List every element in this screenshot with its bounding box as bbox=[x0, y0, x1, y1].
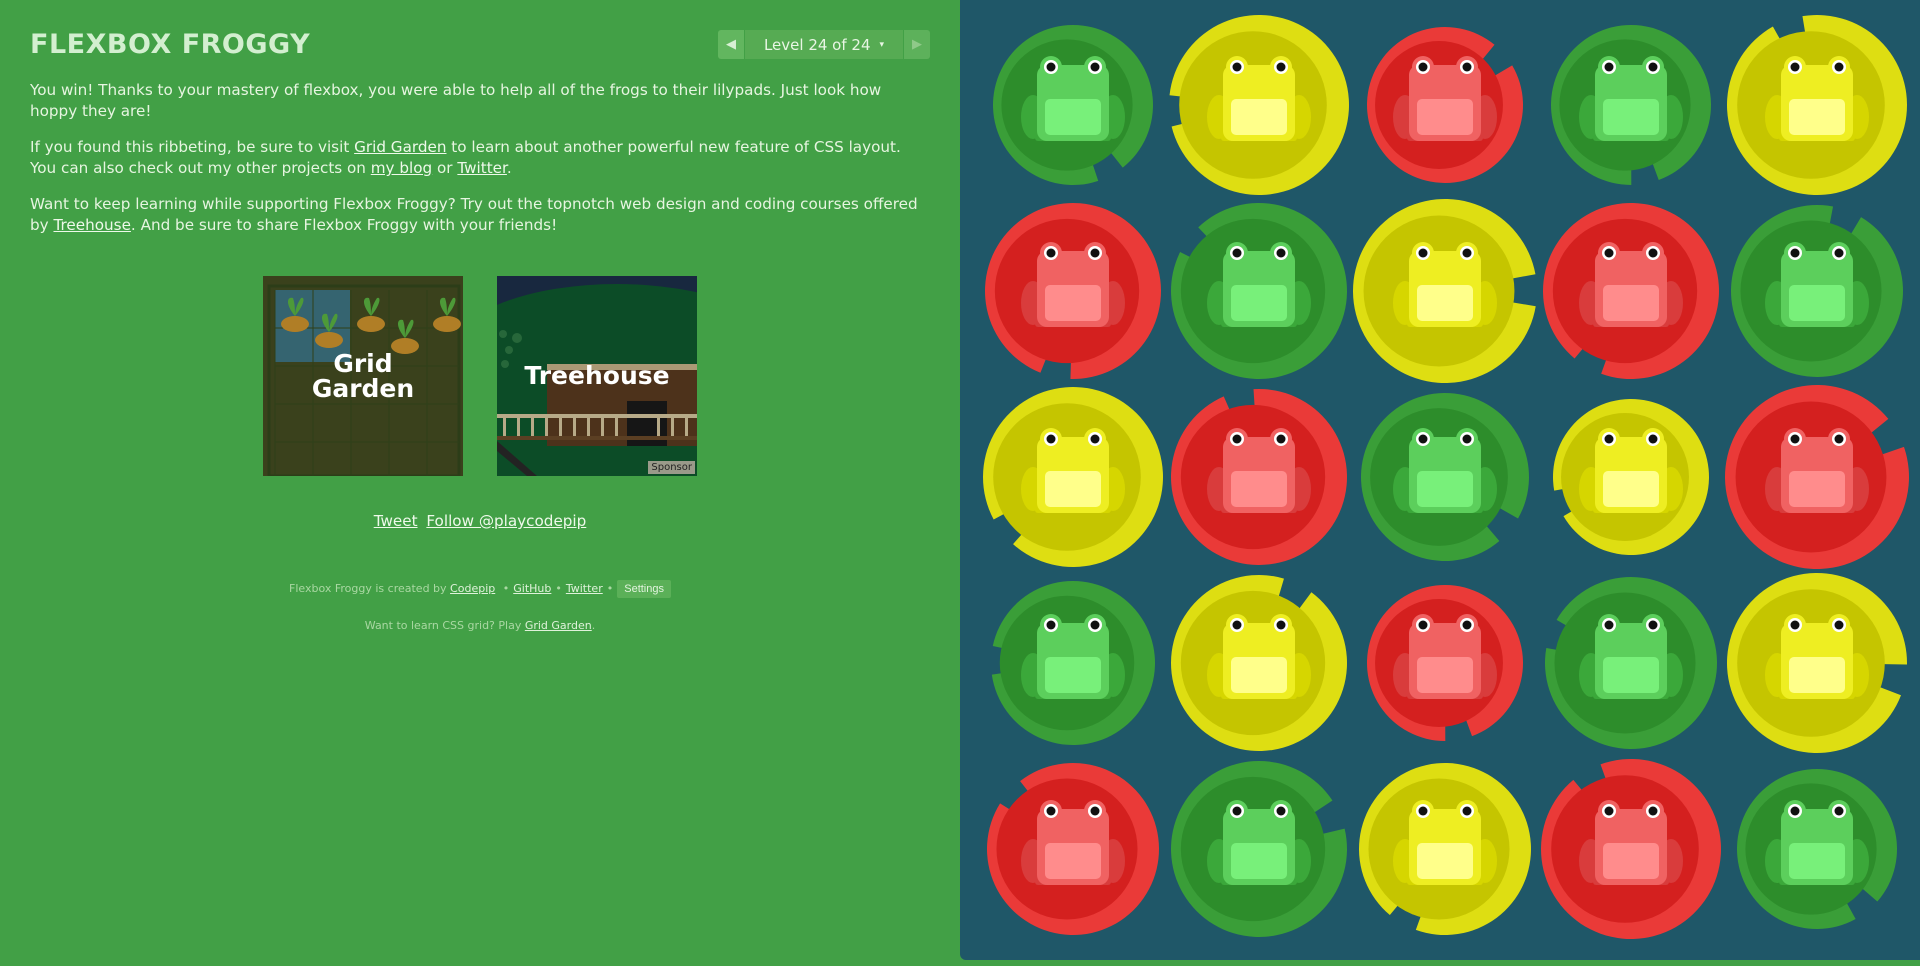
codepip-link[interactable]: Codepip bbox=[450, 582, 495, 595]
sponsor-badge: Sponsor bbox=[648, 461, 695, 474]
separator: • bbox=[555, 582, 562, 595]
text: If you found this ribbeting, be sure to … bbox=[30, 138, 355, 156]
lilypad-red bbox=[1540, 759, 1721, 940]
win-message: You win! Thanks to your mastery of flexb… bbox=[30, 80, 930, 122]
sponsor-paragraph: Want to keep learning while supporting F… bbox=[30, 194, 930, 236]
lilypad-red bbox=[985, 202, 1161, 379]
previous-level-arrow-icon[interactable]: ◀ bbox=[718, 30, 744, 59]
sidebar: FLEXBOX FROGGY ◀ Level 24 of 24 ▾ ▶ You … bbox=[0, 0, 960, 966]
promo-cards: Grid Garden Treehouse Sponsor bbox=[263, 276, 697, 476]
text: . bbox=[591, 619, 596, 632]
lilypad-red bbox=[987, 762, 1159, 935]
lilypad-yellow bbox=[1553, 399, 1709, 555]
pond-grid bbox=[983, 14, 1909, 940]
footer-grid-garden-link[interactable]: Grid Garden bbox=[525, 619, 592, 632]
lilypad-yellow bbox=[983, 387, 1163, 567]
lilypad-green bbox=[1361, 392, 1529, 561]
lilypad-green bbox=[1731, 204, 1903, 377]
lilypad-green bbox=[1171, 203, 1347, 380]
social-links: Tweet Follow @playcodepip bbox=[0, 512, 960, 530]
follow-link[interactable]: Follow @playcodepip bbox=[426, 512, 586, 530]
lilypad-red bbox=[1366, 584, 1523, 742]
twitter-link[interactable]: Twitter bbox=[457, 159, 507, 177]
footer-twitter-link[interactable]: Twitter bbox=[566, 582, 603, 595]
lilypad-green bbox=[1551, 25, 1711, 185]
grid-prompt-text: Want to learn CSS grid? Play bbox=[364, 619, 522, 632]
win-message-text: You win! Thanks to your mastery of flexb… bbox=[30, 81, 882, 120]
grid-garden-title-line2: Garden bbox=[311, 374, 415, 403]
treehouse-title: Treehouse bbox=[524, 361, 670, 390]
lilypad-red bbox=[1543, 203, 1719, 380]
lilypad-green bbox=[1171, 761, 1347, 937]
lilypad-green bbox=[1737, 768, 1897, 929]
treehouse-link[interactable]: Treehouse bbox=[53, 216, 130, 234]
created-by-text: Flexbox Froggy is created by bbox=[289, 582, 447, 595]
level-navigation: ◀ Level 24 of 24 ▾ ▶ bbox=[718, 30, 930, 59]
blog-link[interactable]: my blog bbox=[371, 159, 432, 177]
grid-garden-link[interactable]: Grid Garden bbox=[354, 138, 446, 156]
lilypad-yellow bbox=[1727, 15, 1907, 196]
text: . bbox=[506, 159, 512, 177]
grid-garden-promo[interactable]: Grid Garden bbox=[263, 276, 463, 476]
lilypad-yellow bbox=[1353, 198, 1536, 383]
next-level-arrow-icon[interactable]: ▶ bbox=[904, 30, 930, 59]
lilypad-yellow bbox=[1171, 575, 1348, 752]
pond-board bbox=[960, 0, 1920, 960]
lilypad-red bbox=[1367, 27, 1523, 184]
caret-down-icon: ▾ bbox=[879, 39, 885, 50]
lilypad-red bbox=[1171, 388, 1347, 565]
settings-button[interactable]: Settings bbox=[617, 580, 671, 598]
more-projects-paragraph: If you found this ribbeting, be sure to … bbox=[30, 137, 930, 179]
text: or bbox=[432, 159, 458, 177]
lilypad-yellow bbox=[1359, 762, 1531, 935]
text: . And be sure to share Flexbox Froggy wi… bbox=[130, 216, 558, 234]
separator: • bbox=[606, 582, 614, 595]
separator: • bbox=[502, 582, 510, 595]
github-link[interactable]: GitHub bbox=[513, 582, 551, 595]
tweet-link[interactable]: Tweet bbox=[374, 512, 418, 530]
lilypad-green bbox=[991, 581, 1155, 746]
lilypad-yellow bbox=[1727, 573, 1907, 753]
footer-credits: Flexbox Froggy is created by Codepip • Gi… bbox=[0, 580, 960, 598]
lilypad-yellow bbox=[1169, 14, 1349, 195]
lilypad-green bbox=[992, 25, 1153, 185]
lilypad-red bbox=[1725, 385, 1909, 570]
level-indicator[interactable]: Level 24 of 24 ▾ bbox=[745, 30, 903, 59]
grid-garden-title-line1: Grid bbox=[333, 349, 393, 378]
instructions: You win! Thanks to your mastery of flexb… bbox=[30, 80, 930, 251]
level-label: Level 24 of 24 bbox=[763, 35, 871, 54]
treehouse-promo[interactable]: Treehouse Sponsor bbox=[497, 276, 697, 476]
lilypad-green bbox=[1545, 577, 1717, 750]
grid-garden-prompt: Want to learn CSS grid? Play Grid Garden… bbox=[0, 619, 960, 632]
app-title: FLEXBOX FROGGY bbox=[30, 29, 311, 60]
